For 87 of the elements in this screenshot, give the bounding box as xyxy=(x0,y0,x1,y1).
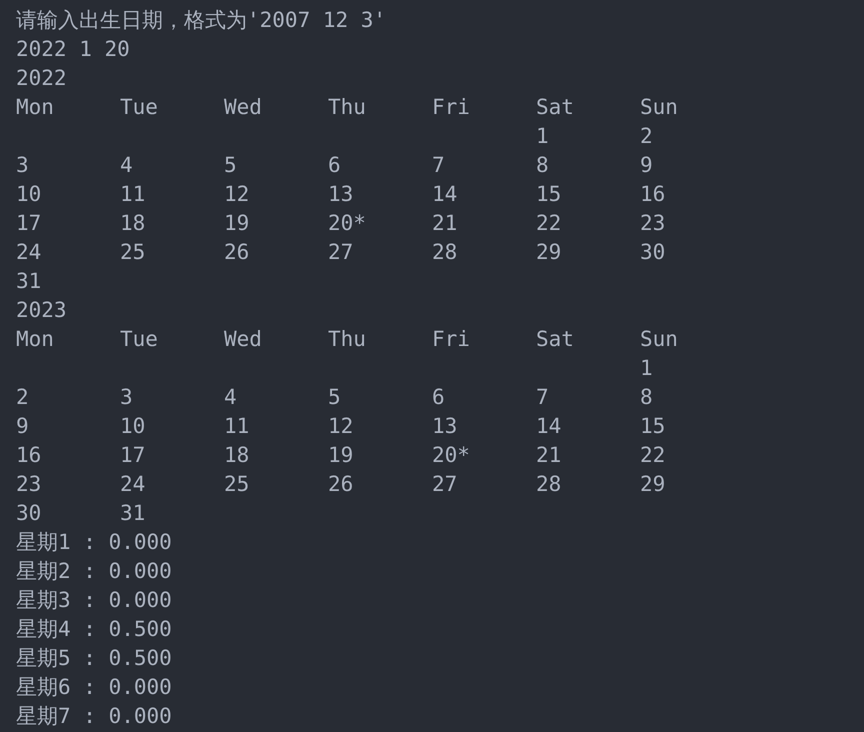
day-number: 31 xyxy=(16,269,42,293)
weekday-header: Tue xyxy=(120,95,158,119)
day-number: 2 xyxy=(16,385,29,409)
day-number: 6 xyxy=(328,153,341,177)
weekday-header: Sat xyxy=(536,327,574,351)
day-number: 24 xyxy=(16,240,42,264)
stat-line: 星期1 : 0.000 xyxy=(16,530,172,554)
stat-line: 星期3 : 0.000 xyxy=(16,588,172,612)
day-number: 5 xyxy=(328,385,341,409)
weekday-header: Sat xyxy=(536,95,574,119)
day-number: 30 xyxy=(16,501,42,525)
day-number: 12 xyxy=(224,182,250,206)
weekday-header: Mon xyxy=(16,327,54,351)
day-number: 13 xyxy=(328,182,354,206)
day-number: 31 xyxy=(120,501,146,525)
day-number: 8 xyxy=(536,153,549,177)
day-number: 3 xyxy=(16,153,29,177)
day-number: 3 xyxy=(120,385,133,409)
stat-line: 星期4 : 0.500 xyxy=(16,617,172,641)
day-number: 4 xyxy=(120,153,133,177)
day-number: 25 xyxy=(120,240,146,264)
day-number: 2 xyxy=(640,124,653,148)
day-number: 24 xyxy=(120,472,146,496)
day-number: 23 xyxy=(16,472,42,496)
day-number: 30 xyxy=(640,240,666,264)
weekday-header: Mon xyxy=(16,95,54,119)
day-number: 14 xyxy=(536,414,562,438)
day-number: 14 xyxy=(432,182,458,206)
day-number: 26 xyxy=(328,472,354,496)
day-number: 11 xyxy=(120,182,146,206)
weekday-header: Sun xyxy=(640,95,678,119)
day-number: 16 xyxy=(640,182,666,206)
weekday-header: Wed xyxy=(224,95,262,119)
day-number: 5 xyxy=(224,153,237,177)
day-number: 13 xyxy=(432,414,458,438)
day-number: 27 xyxy=(432,472,458,496)
day-number: 8 xyxy=(640,385,653,409)
day-number: 17 xyxy=(16,211,42,235)
day-number: 22 xyxy=(536,211,562,235)
day-number: 23 xyxy=(640,211,666,235)
stat-line: 星期2 : 0.000 xyxy=(16,559,172,583)
weekday-header: Thu xyxy=(328,95,366,119)
weekday-header: Fri xyxy=(432,95,470,119)
day-number: 29 xyxy=(536,240,562,264)
day-number: 18 xyxy=(224,443,250,467)
day-number: 15 xyxy=(640,414,666,438)
day-number: 21 xyxy=(432,211,458,235)
day-number: 21 xyxy=(536,443,562,467)
prompt-text: 请输入出生日期，格式为'2007 12 3' xyxy=(16,8,386,32)
day-number: 12 xyxy=(328,414,354,438)
weekday-header: Thu xyxy=(328,327,366,351)
input-text: 2022 1 20 xyxy=(16,37,130,61)
stat-line: 星期6 : 0.000 xyxy=(16,675,172,699)
stat-line: 星期7 : 0.000 xyxy=(16,704,172,728)
weekday-header: Wed xyxy=(224,327,262,351)
day-number: 22 xyxy=(640,443,666,467)
day-number: 7 xyxy=(432,153,445,177)
day-number: 10 xyxy=(16,182,42,206)
year-text: 2022 xyxy=(16,66,67,90)
day-number: 9 xyxy=(16,414,29,438)
day-number: 9 xyxy=(640,153,653,177)
day-number: 18 xyxy=(120,211,146,235)
stat-line: 星期5 : 0.500 xyxy=(16,646,172,670)
day-number: 11 xyxy=(224,414,250,438)
day-number: 27 xyxy=(328,240,354,264)
weekday-header: Sun xyxy=(640,327,678,351)
weekday-header: Tue xyxy=(120,327,158,351)
day-number: 28 xyxy=(536,472,562,496)
day-number: 16 xyxy=(16,443,42,467)
day-number: 29 xyxy=(640,472,666,496)
day-number: 19 xyxy=(224,211,250,235)
day-number: 1 xyxy=(536,124,549,148)
day-number: 4 xyxy=(224,385,237,409)
weekday-header: Fri xyxy=(432,327,470,351)
day-number: 26 xyxy=(224,240,250,264)
day-number: 15 xyxy=(536,182,562,206)
day-number: 28 xyxy=(432,240,458,264)
day-number: 17 xyxy=(120,443,146,467)
day-number: 20* xyxy=(328,211,366,235)
day-number: 20* xyxy=(432,443,470,467)
day-number: 7 xyxy=(536,385,549,409)
day-number: 19 xyxy=(328,443,354,467)
day-number: 25 xyxy=(224,472,250,496)
day-number: 10 xyxy=(120,414,146,438)
day-number: 6 xyxy=(432,385,445,409)
day-number: 1 xyxy=(640,356,653,380)
year-text: 2023 xyxy=(16,298,67,322)
